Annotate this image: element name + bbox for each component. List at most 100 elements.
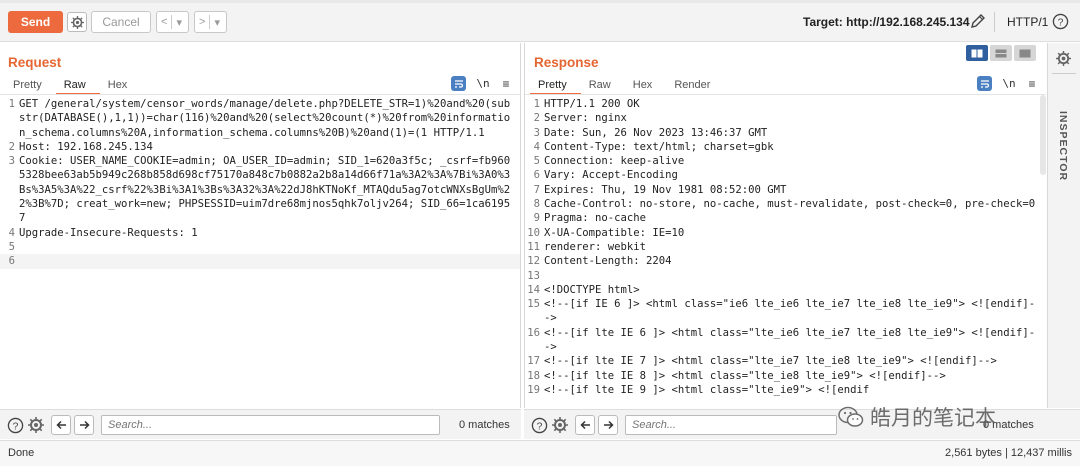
line-content: Cache-Control: no-store, no-cache, must-… xyxy=(544,198,1036,211)
wrap-toggle-button[interactable] xyxy=(977,76,992,91)
gear-icon[interactable] xyxy=(551,416,569,434)
wrap-lines-icon xyxy=(980,79,989,88)
http-version-label[interactable]: HTTP/1 xyxy=(994,12,1048,32)
code-line[interactable]: 13 xyxy=(525,269,1046,283)
code-line[interactable]: 17 <!--[if lte IE 7 ]> <html class="lte_i… xyxy=(525,354,1046,368)
tab-request-hex[interactable]: Hex xyxy=(100,77,142,95)
layout-tabs-button[interactable] xyxy=(1014,45,1036,61)
search-prev-button[interactable] xyxy=(51,415,71,435)
response-scrollbar[interactable] xyxy=(1040,95,1046,175)
back-arrow-icon[interactable]: < xyxy=(157,16,171,28)
code-line[interactable]: 5 xyxy=(0,240,520,254)
code-line[interactable]: 4 Content-Type: text/html; charset=gbk xyxy=(525,140,1046,154)
code-line[interactable]: 7 Expires: Thu, 19 Nov 1981 08:52:00 GMT xyxy=(525,183,1046,197)
line-content: Host: 192.168.245.134 xyxy=(19,140,153,153)
line-content xyxy=(19,254,520,268)
wechat-logo-icon xyxy=(838,406,864,427)
code-line[interactable]: 1 GET /general/system/censor_words/manage… xyxy=(0,97,520,140)
line-number: 15 xyxy=(527,298,540,311)
code-line[interactable]: 16 <!--[if lte IE 6 ]> <html class="lte_i… xyxy=(525,326,1046,355)
send-button[interactable]: Send xyxy=(8,11,63,33)
layout-stacked-button[interactable] xyxy=(990,45,1012,61)
help-icon[interactable]: ? xyxy=(1052,13,1069,30)
line-content: Vary: Accept-Encoding xyxy=(544,169,678,182)
search-next-button[interactable] xyxy=(74,415,94,435)
code-line[interactable]: 19 <!--[if lte IE 9 ]> <html class="lte_i… xyxy=(525,383,1046,397)
line-number: 1 xyxy=(533,98,540,110)
code-line[interactable]: 6 Vary: Accept-Encoding xyxy=(525,168,1046,182)
code-line[interactable]: 10 X-UA-Compatible: IE=10 xyxy=(525,226,1046,240)
tab-response-render[interactable]: Render xyxy=(666,77,724,95)
line-number: 13 xyxy=(527,269,540,282)
line-content: renderer: webkit xyxy=(544,240,647,253)
tab-request-raw[interactable]: Raw xyxy=(55,77,100,95)
settings-gear-button[interactable] xyxy=(67,12,87,32)
response-title: Response xyxy=(534,55,599,70)
code-line[interactable]: 2 Server: nginx xyxy=(525,111,1046,125)
code-line[interactable]: 9 Pragma: no-cache xyxy=(525,211,1046,225)
columns-icon xyxy=(971,49,983,57)
code-line[interactable]: 15 <!--[if IE 6 ]> <html class="ie6 lte_i… xyxy=(525,297,1046,326)
tab-response-hex[interactable]: Hex xyxy=(625,77,667,95)
help-icon[interactable]: ? xyxy=(530,416,548,434)
code-line[interactable]: 6 xyxy=(0,254,520,269)
gear-icon[interactable] xyxy=(1056,51,1071,66)
code-line[interactable]: 3 Date: Sun, 26 Nov 2023 13:46:37 GMT xyxy=(525,126,1046,140)
gear-icon[interactable] xyxy=(27,416,45,434)
code-line[interactable]: 3 Cookie: USER_NAME_COOKIE=admin; OA_USER… xyxy=(0,154,520,225)
layout-side-by-side-button[interactable] xyxy=(966,45,988,61)
request-search-input[interactable] xyxy=(101,415,440,435)
request-editor[interactable]: 1 GET /general/system/censor_words/manage… xyxy=(0,97,520,269)
line-content: <!--[if lte IE 8 ]> <html class="lte_ie8… xyxy=(544,369,946,382)
response-menu-button[interactable]: ≡ xyxy=(1026,77,1038,91)
line-number: 6 xyxy=(8,255,15,268)
code-line[interactable]: 1 HTTP/1.1 200 OK xyxy=(525,97,1046,111)
inspector-sidebar[interactable]: INSPECTOR xyxy=(1047,43,1080,408)
search-next-button[interactable] xyxy=(598,415,618,435)
edit-pencil-icon[interactable] xyxy=(970,13,986,29)
cancel-button[interactable]: Cancel xyxy=(91,11,151,33)
response-search-input[interactable] xyxy=(625,415,837,435)
line-number: 9 xyxy=(533,212,540,225)
gear-icon xyxy=(70,15,84,29)
tab-response-pretty[interactable]: Pretty xyxy=(530,77,581,95)
code-line[interactable]: 14 <!DOCTYPE html> xyxy=(525,283,1046,297)
code-line[interactable]: 8 Cache-Control: no-store, no-cache, must… xyxy=(525,197,1046,211)
forward-dropdown-icon[interactable]: ▾ xyxy=(210,16,224,29)
tab-request-pretty[interactable]: Pretty xyxy=(5,77,56,95)
inspector-label[interactable]: INSPECTOR xyxy=(1057,111,1069,181)
line-number: 1 xyxy=(8,98,15,110)
code-line[interactable]: 5 Connection: keep-alive xyxy=(525,154,1046,168)
line-number: 17 xyxy=(527,355,540,368)
response-size-timing: 2,561 bytes | 12,437 millis xyxy=(945,447,1072,459)
back-dropdown-icon[interactable]: ▾ xyxy=(172,16,186,29)
single-pane-icon xyxy=(1019,49,1031,57)
newline-toggle-button[interactable]: \n xyxy=(1002,77,1016,90)
code-line[interactable]: 12 Content-Length: 2204 xyxy=(525,254,1046,268)
back-nav-group[interactable]: < ▾ xyxy=(156,11,189,33)
forward-arrow-icon[interactable]: > xyxy=(195,16,209,28)
code-line[interactable]: 11 renderer: webkit xyxy=(525,240,1046,254)
tab-response-raw[interactable]: Raw xyxy=(581,77,625,95)
forward-nav-group[interactable]: > ▾ xyxy=(194,11,227,33)
layout-switch xyxy=(966,45,1036,61)
request-menu-button[interactable]: ≡ xyxy=(500,77,512,91)
help-icon[interactable]: ? xyxy=(6,416,24,434)
newline-toggle-button[interactable]: \n xyxy=(476,77,490,90)
response-viewer[interactable]: 1 HTTP/1.1 200 OK 2 Server: nginx 3 Date: Sun… xyxy=(525,97,1046,397)
request-matches-count: 0 matches xyxy=(459,419,510,431)
code-line[interactable]: 2 Host: 192.168.245.134 xyxy=(0,140,520,154)
line-content: Pragma: no-cache xyxy=(544,212,647,225)
svg-text:?: ? xyxy=(536,421,542,432)
svg-text:?: ? xyxy=(1058,17,1064,28)
line-number: 4 xyxy=(533,140,540,153)
code-line[interactable]: 4 Upgrade-Insecure-Requests: 1 xyxy=(0,226,520,240)
line-content: GET /general/system/censor_words/manage/… xyxy=(19,98,511,139)
wrap-toggle-button[interactable] xyxy=(451,76,466,91)
code-line[interactable]: 18 <!--[if lte IE 8 ]> <html class="lte_i… xyxy=(525,369,1046,383)
line-number: 10 xyxy=(527,226,540,239)
line-number: 5 xyxy=(8,240,15,253)
line-content: Date: Sun, 26 Nov 2023 13:46:37 GMT xyxy=(544,126,768,139)
line-content: Content-Length: 2204 xyxy=(544,255,672,268)
search-prev-button[interactable] xyxy=(575,415,595,435)
